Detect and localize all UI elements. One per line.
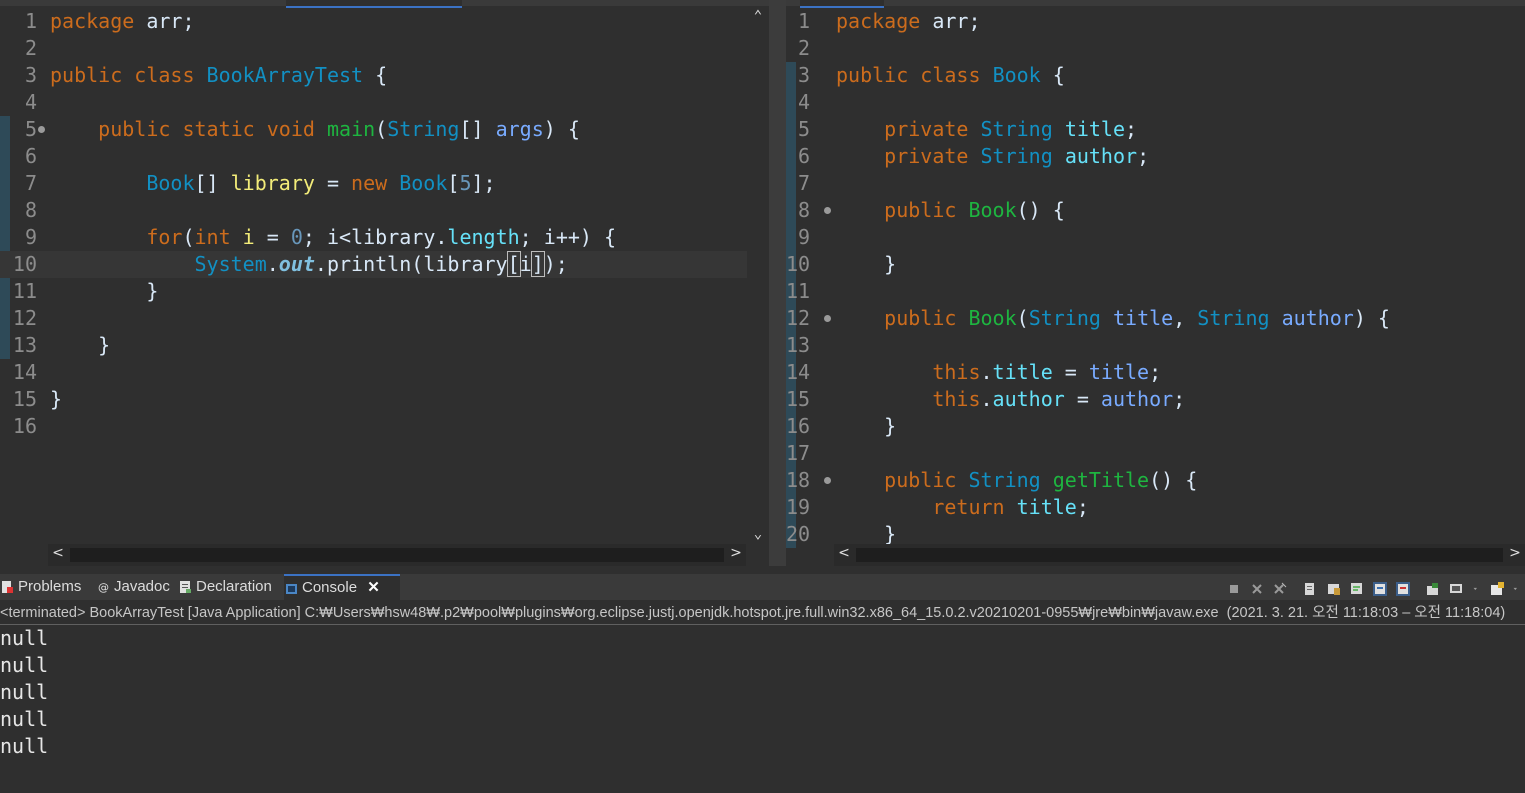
code-line: 11 } [12, 279, 159, 303]
code-line: 7 Book[] library = new Book[5]; [24, 171, 496, 195]
code-line: 11 [786, 279, 811, 303]
tab-problems[interactable]: Problems [0, 574, 104, 600]
tab-label: Declaration [196, 578, 272, 595]
code-line: 9 for(int i = 0; i<library.length; i++) … [24, 225, 617, 249]
problems-icon [2, 581, 13, 593]
remove-launch-icon[interactable] [1250, 582, 1264, 596]
javadoc-icon: @ [98, 581, 109, 593]
tab-javadoc[interactable]: @ Javadoc [96, 574, 188, 600]
scrollbar-track[interactable] [856, 548, 1503, 562]
scroll-down-icon[interactable]: ⌄ [747, 526, 769, 542]
code-line: 5 private String title; [797, 117, 1138, 141]
scroll-right-icon[interactable]: > [726, 545, 746, 561]
view-tabs: Problems @ Javadoc Declaration Console ✕ [0, 574, 1525, 600]
code-line: 17 [786, 441, 811, 465]
code-line: 2 [24, 36, 37, 60]
process-status: <terminated> BookArrayTest [Java Applica… [0, 602, 1525, 625]
code-line: 10 } [786, 252, 897, 276]
editor-tab-strip[interactable] [786, 0, 1525, 8]
editor-bookarraytest[interactable]: 1 package arr; 2 3 public class BookArrayT… [0, 0, 769, 566]
close-icon[interactable]: ✕ [367, 579, 380, 596]
svg-text:@: @ [98, 581, 109, 593]
output-line: null [0, 626, 49, 650]
editor-book[interactable]: 1 package arr; 2 3 public class Book { 4 5… [786, 0, 1525, 566]
code-line: 15} [12, 387, 63, 411]
code-line: 6 private String author; [797, 144, 1150, 168]
fold-marker-icon[interactable] [824, 315, 831, 322]
code-line: 6 [24, 144, 37, 168]
fold-marker-icon[interactable] [824, 477, 831, 484]
display-selected-console-icon[interactable] [1449, 582, 1463, 596]
show-on-error-icon[interactable] [1396, 582, 1411, 597]
open-console-icon[interactable] [1490, 582, 1504, 596]
code-line: 1 package arr; [797, 9, 981, 33]
tab-label: Javadoc [114, 578, 170, 595]
console-icon [286, 584, 297, 594]
editor-tab-strip[interactable] [0, 0, 769, 8]
scroll-lock-icon[interactable] [1327, 582, 1341, 596]
code-line: 1 package arr; [24, 9, 195, 33]
editor-tab-active[interactable] [800, 0, 884, 8]
pin-console-icon[interactable] [1426, 582, 1440, 596]
output-line: null [0, 707, 49, 731]
code-line: 12 public Book(String title, String auth… [786, 306, 1390, 330]
horizontal-scrollbar[interactable]: < > [834, 544, 1525, 566]
remove-all-terminated-icon[interactable] [1273, 582, 1287, 596]
scroll-up-icon[interactable]: ⌃ [747, 8, 769, 24]
scroll-left-icon[interactable]: < [48, 545, 68, 561]
code-line: 8 public Book() { [797, 198, 1065, 222]
word-wrap-icon[interactable] [1350, 582, 1364, 596]
tab-console[interactable]: Console ✕ [284, 574, 400, 600]
code-line-current: 10 System.out.println(library[i]); [0, 251, 769, 278]
code-line: 19 return title; [786, 495, 1089, 519]
code-line: 15 this.author = author; [786, 387, 1186, 411]
tab-declaration[interactable]: Declaration [178, 574, 296, 600]
scrollbar-track[interactable] [70, 548, 724, 562]
code-line: 4 [24, 90, 37, 114]
chevron-down-icon[interactable] [1473, 582, 1481, 596]
code-line: 16 [12, 414, 37, 438]
code-line: 12 [12, 306, 37, 330]
tab-label: Problems [18, 578, 82, 595]
code-area[interactable]: 1 package arr; 2 3 public class Book { 4 5… [786, 8, 1525, 548]
code-line: 13 [786, 333, 811, 357]
code-line: 2 [797, 36, 810, 60]
horizontal-scrollbar[interactable]: < > [48, 544, 746, 566]
output-line: null [0, 680, 49, 704]
output-line: null [0, 734, 49, 758]
console-output[interactable]: null null null null null [0, 625, 48, 760]
editor-tab-active[interactable] [286, 0, 462, 8]
code-line: 5 public static void main(String[] args)… [24, 117, 580, 141]
clear-console-icon[interactable] [1303, 582, 1317, 596]
code-area[interactable]: 1 package arr; 2 3 public class BookArrayT… [0, 8, 769, 544]
show-on-output-icon[interactable] [1372, 582, 1387, 597]
scroll-left-icon[interactable]: < [834, 545, 854, 561]
editor-splitter[interactable] [769, 0, 786, 566]
code-line: 3 public class Book { [797, 63, 1065, 87]
code-line: 14 [12, 360, 37, 384]
vertical-scrollbar[interactable]: ⌃ ⌄ [747, 8, 769, 544]
code-line: 16 } [786, 414, 897, 438]
output-line: null [0, 653, 49, 677]
declaration-icon [180, 581, 191, 593]
code-line: 4 [797, 90, 810, 114]
chevron-down-icon[interactable] [1513, 582, 1521, 596]
fold-marker-icon[interactable] [824, 207, 831, 214]
code-line: 18 public String getTitle() { [786, 468, 1198, 492]
code-line: 8 [24, 198, 37, 222]
code-line: 9 [797, 225, 810, 249]
scroll-right-icon[interactable]: > [1505, 545, 1525, 561]
fold-marker-icon[interactable] [38, 126, 45, 133]
tab-label: Console [302, 579, 358, 596]
code-line: 7 [797, 171, 810, 195]
terminate-icon[interactable] [1227, 582, 1241, 596]
code-line: 14 this.title = title; [786, 360, 1162, 384]
code-line: 3 public class BookArrayTest { [24, 63, 388, 87]
console-panel[interactable]: Problems @ Javadoc Declaration Console ✕ [0, 566, 1525, 793]
code-line: 13 } [12, 333, 111, 357]
console-toolbar [1222, 580, 1521, 597]
